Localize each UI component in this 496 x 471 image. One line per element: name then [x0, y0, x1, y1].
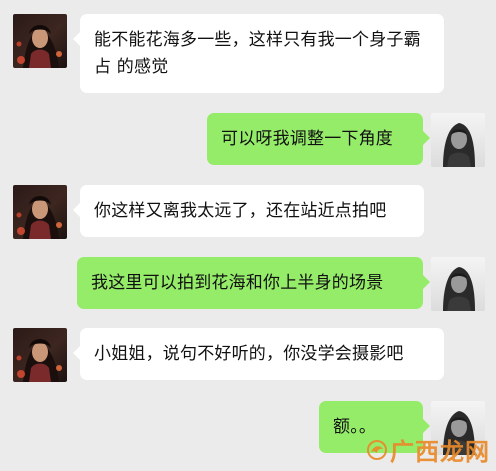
message-text: 可以呀我调整一下角度	[221, 129, 393, 149]
self-avatar[interactable]	[431, 257, 485, 311]
dragon-logo-icon	[367, 439, 387, 460]
self-avatar[interactable]	[431, 113, 485, 167]
contact-avatar[interactable]	[13, 14, 67, 68]
incoming-message-bubble[interactable]: 你这样又离我太远了，还在站近点拍吧	[73, 185, 424, 237]
incoming-message-bubble[interactable]: 小姐姐，说句不好听的，你没学会摄影吧	[73, 328, 444, 380]
girl-avatar-icon	[13, 328, 67, 382]
chat-area: 能不能花海多一些，这样只有我一个身子霸占 的感觉 可以呀我调整一下角度 你这样又…	[0, 0, 496, 471]
photographer-avatar-icon	[431, 257, 485, 311]
outgoing-message-bubble[interactable]: 我这里可以拍到花海和你上半身的场景	[77, 257, 430, 309]
contact-avatar[interactable]	[13, 328, 67, 382]
site-watermark: 广西龙网	[366, 432, 490, 467]
photographer-avatar-icon	[431, 113, 485, 167]
contact-avatar[interactable]	[13, 185, 67, 239]
girl-avatar-icon	[13, 185, 67, 239]
incoming-message-bubble[interactable]: 能不能花海多一些，这样只有我一个身子霸占 的感觉	[73, 14, 444, 93]
message-text: 能不能花海多一些，这样只有我一个身子霸占 的感觉	[94, 30, 421, 77]
outgoing-message-bubble[interactable]: 可以呀我调整一下角度	[207, 113, 430, 165]
girl-avatar-icon	[13, 14, 67, 68]
message-text: 你这样又离我太远了，还在站近点拍吧	[94, 201, 387, 221]
message-text: 小姐姐，说句不好听的，你没学会摄影吧	[94, 344, 404, 364]
message-text: 我这里可以拍到花海和你上半身的场景	[91, 273, 384, 293]
watermark-text: 广西龙网	[390, 437, 490, 466]
